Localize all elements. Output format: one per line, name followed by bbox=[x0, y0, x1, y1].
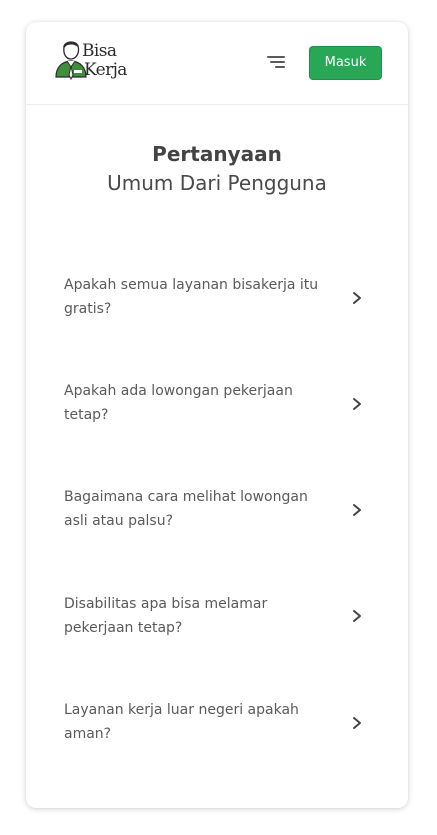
logo-text-line2: Kerja bbox=[84, 60, 127, 80]
chevron-right-icon bbox=[353, 504, 361, 516]
chevron-right-icon bbox=[353, 610, 361, 622]
faq-item-4[interactable]: Disabilitas apa bisa melamar pekerjaan t… bbox=[64, 592, 364, 652]
logo-text-line1: Bisa bbox=[82, 41, 117, 61]
chevron-right-icon bbox=[353, 717, 361, 729]
faq-title: Pertanyaan Umum Dari Pengguna bbox=[26, 140, 408, 198]
faq-item-2[interactable]: Apakah ada lowongan pekerjaan tetap? bbox=[64, 379, 364, 439]
header: Bisa Kerja Masuk bbox=[26, 22, 408, 105]
chevron-right-icon bbox=[353, 398, 361, 410]
logo[interactable]: Bisa Kerja bbox=[54, 39, 134, 83]
faq-question: Apakah ada lowongan pekerjaan tetap? bbox=[64, 383, 293, 423]
faq-title-bold: Pertanyaan bbox=[152, 142, 282, 166]
login-button[interactable]: Masuk bbox=[309, 46, 382, 80]
logo-text: Bisa Kerja bbox=[82, 42, 127, 80]
faq-question: Layanan kerja luar negeri apakah aman? bbox=[64, 702, 299, 742]
faq-question: Apakah semua layanan bisakerja itu grati… bbox=[64, 277, 319, 317]
faq-item-3[interactable]: Bagaimana cara melihat lowongan asli ata… bbox=[64, 485, 364, 545]
app-card: Bisa Kerja Masuk Pertanyaan Umum Dari Pe… bbox=[26, 22, 408, 808]
menu-lines-icon[interactable] bbox=[266, 53, 286, 71]
faq-item-5[interactable]: Layanan kerja luar negeri apakah aman? bbox=[64, 698, 364, 758]
faq-question: Bagaimana cara melihat lowongan asli ata… bbox=[64, 489, 308, 529]
chevron-right-icon bbox=[353, 292, 361, 304]
faq-item-1[interactable]: Apakah semua layanan bisakerja itu grati… bbox=[64, 273, 364, 333]
faq-question: Disabilitas apa bisa melamar pekerjaan t… bbox=[64, 596, 268, 636]
faq-title-light: Umum Dari Pengguna bbox=[107, 171, 327, 195]
